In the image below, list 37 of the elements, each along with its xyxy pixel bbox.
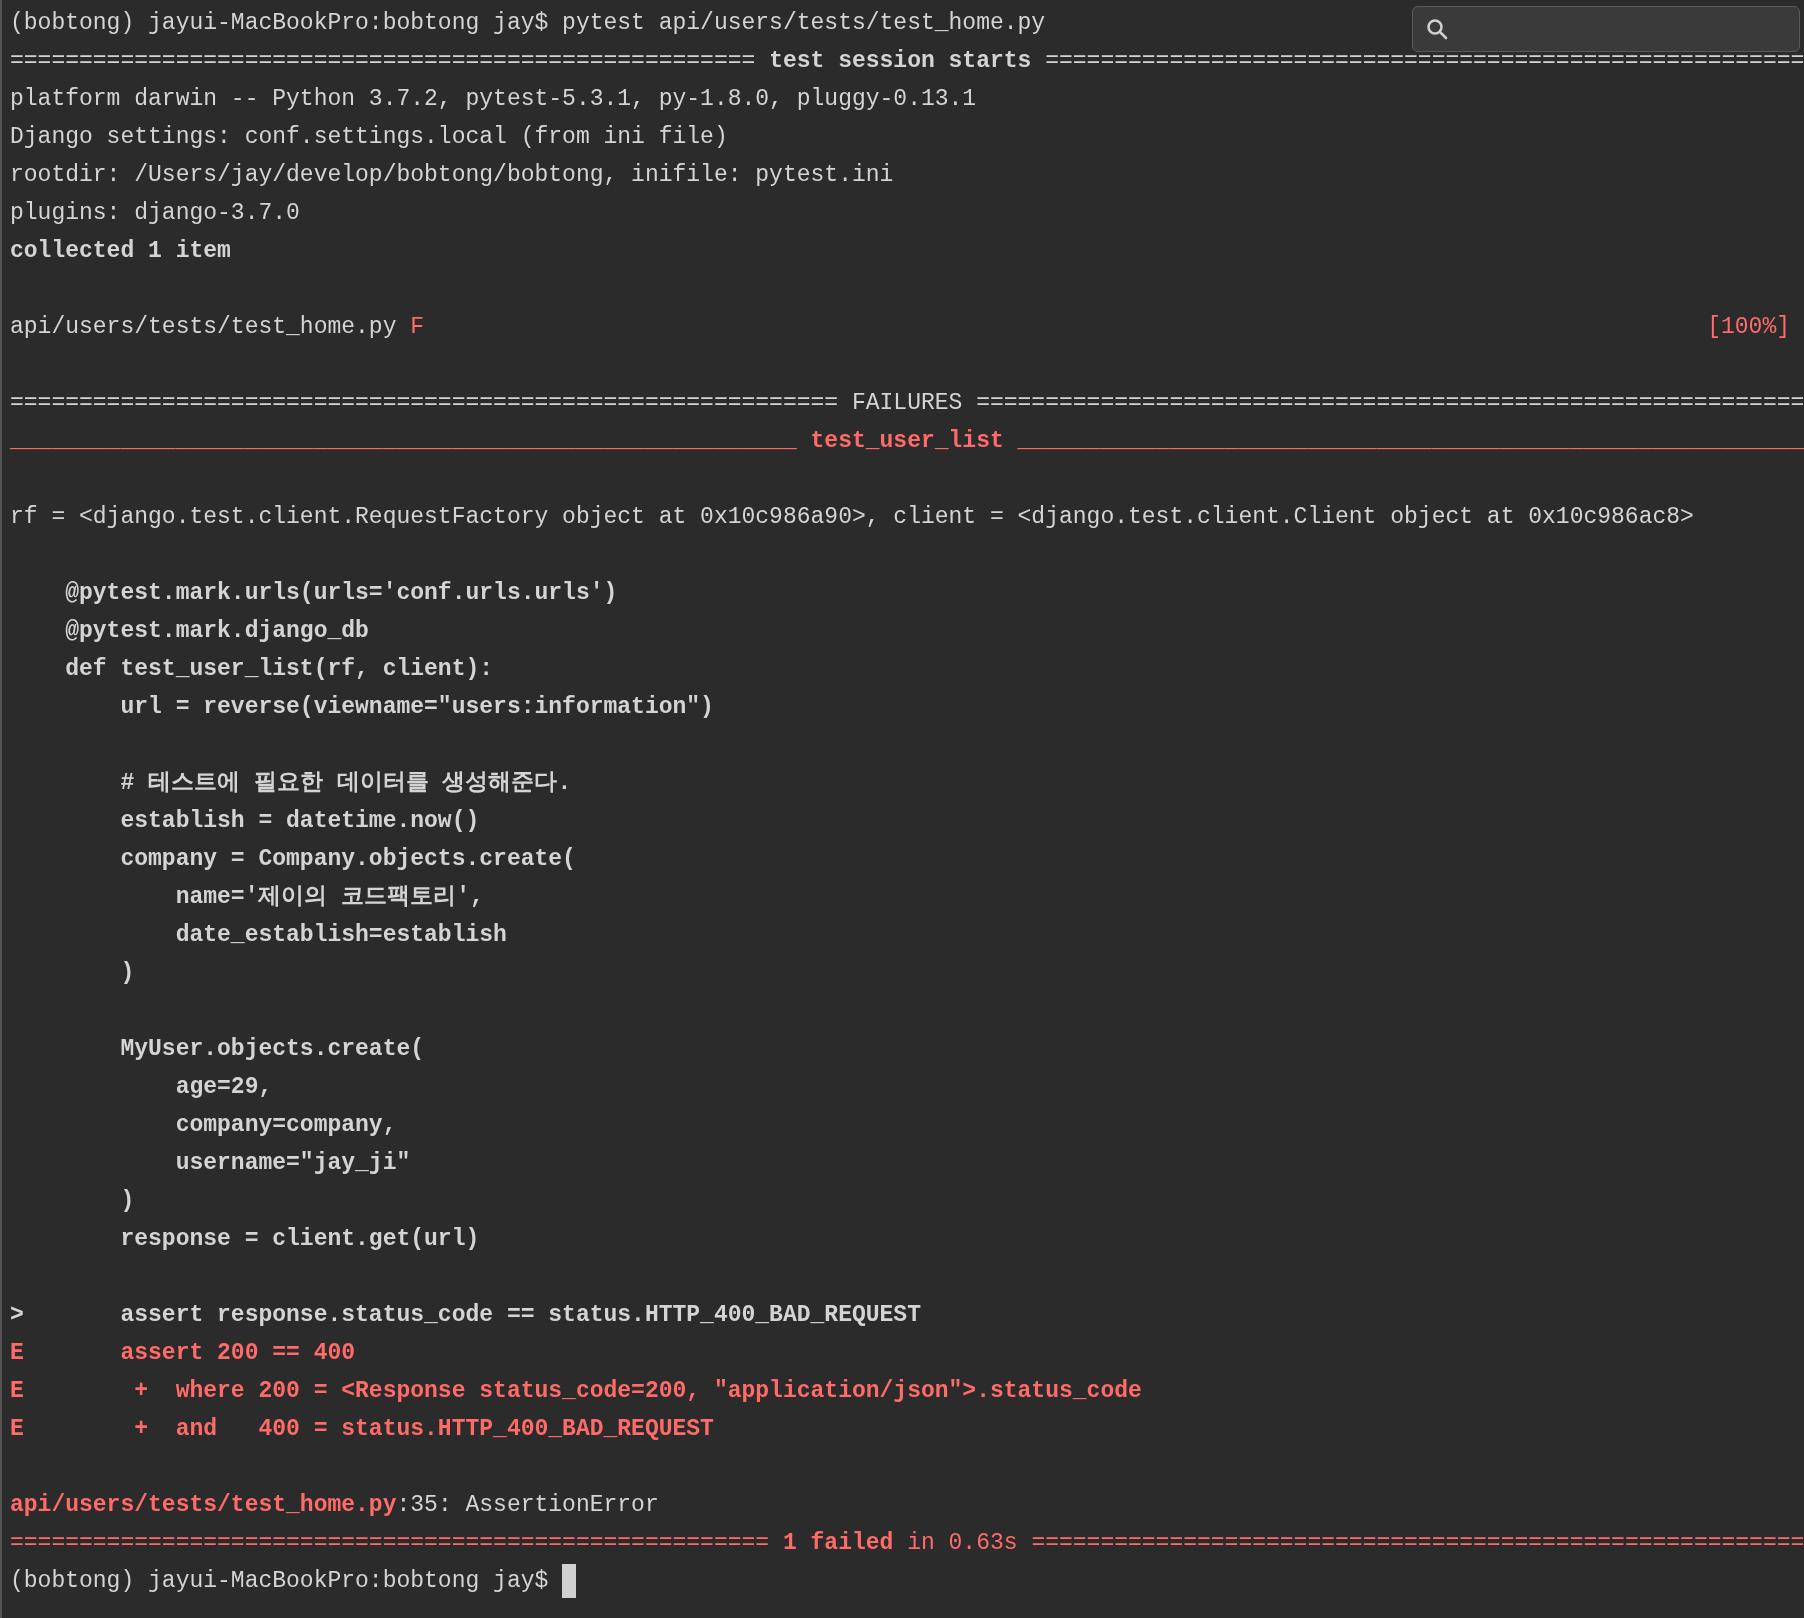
terminal-line: api/users/tests/test_home.py F — [10, 313, 425, 342]
terminal-line: rf = <django.test.client.RequestFactory object at 0x10c986a90>, client = <django.test.client.Client object at 0x10c986ac8> — [10, 503, 1694, 532]
terminal-line: (bobtong) jayui-MacBookPro:bobtong jay$ pytest api/users/tests/test_home.py — [10, 9, 1046, 38]
terminal-line: date_establish=establish — [174, 921, 507, 950]
terminal-line: E assert 200 == 400 — [10, 1339, 356, 1368]
terminal-line: username="jay_ji" — [174, 1149, 411, 1178]
terminal-line: E + where 200 = <Response status_code=200, "application/json">.status_code — [10, 1377, 1142, 1406]
terminal-line: platform darwin -- Python 3.7.2, pytest-5.3.1, py-1.8.0, pluggy-0.13.1 — [10, 85, 977, 114]
terminal-line: (bobtong) jayui-MacBookPro:bobtong jay$ — [10, 1567, 550, 1596]
terminal-line: api/users/tests/test_home.py:35: AssertionError — [10, 1491, 659, 1520]
terminal-line: rootdir: /Users/jay/develop/bobtong/bobtong, inifile: pytest.ini — [10, 161, 894, 190]
terminal-line: collected 1 item — [10, 237, 231, 266]
search-icon — [1425, 17, 1449, 41]
terminal-line: E + and 400 = status.HTTP_400_BAD_REQUEST — [10, 1415, 714, 1444]
terminal-line: company=company, — [174, 1111, 397, 1140]
terminal-line: response = client.get(url) — [119, 1225, 480, 1254]
terminal-line: ) — [119, 1187, 135, 1216]
terminal-line: name='제이의 코드팩토리', — [174, 883, 484, 912]
terminal-line: age=29, — [174, 1073, 273, 1102]
terminal-line: plugins: django-3.7.0 — [10, 199, 300, 228]
terminal-line: Django settings: conf.settings.local (from ini file) — [10, 123, 728, 152]
terminal-line: @pytest.mark.urls(urls='conf.urls.urls') — [64, 579, 618, 608]
terminal-line: establish = datetime.now() — [119, 807, 480, 836]
terminal-line: ============================================================ FAILURES ============================================================ — [10, 389, 1804, 418]
terminal-line: company = Company.objects.create( — [119, 845, 576, 874]
progress-percent: [100%] — [1707, 313, 1790, 342]
terminal-line: MyUser.objects.create( — [119, 1035, 425, 1064]
terminal-line: def test_user_list(rf, client): — [64, 655, 494, 684]
terminal-line: > assert response.status_code == status.HTTP_400_BAD_REQUEST — [10, 1301, 921, 1330]
terminal-line: # 테스트에 필요한 데이터를 생성해준다. — [119, 769, 572, 798]
terminal-line: ====================================================== test session starts ======================================================= — [10, 47, 1804, 76]
terminal-line: @pytest.mark.django_db — [64, 617, 369, 646]
terminal-line: _________________________________________________________ test_user_list _________________________________________________________ — [10, 427, 1804, 456]
terminal-line: ) — [119, 959, 135, 988]
terminal-line: ======================================================= 1 failed in 0.63s ======================================================== — [10, 1529, 1804, 1558]
search-field[interactable] — [1412, 6, 1800, 52]
terminal-line: url = reverse(viewname="users:information") — [119, 693, 714, 722]
